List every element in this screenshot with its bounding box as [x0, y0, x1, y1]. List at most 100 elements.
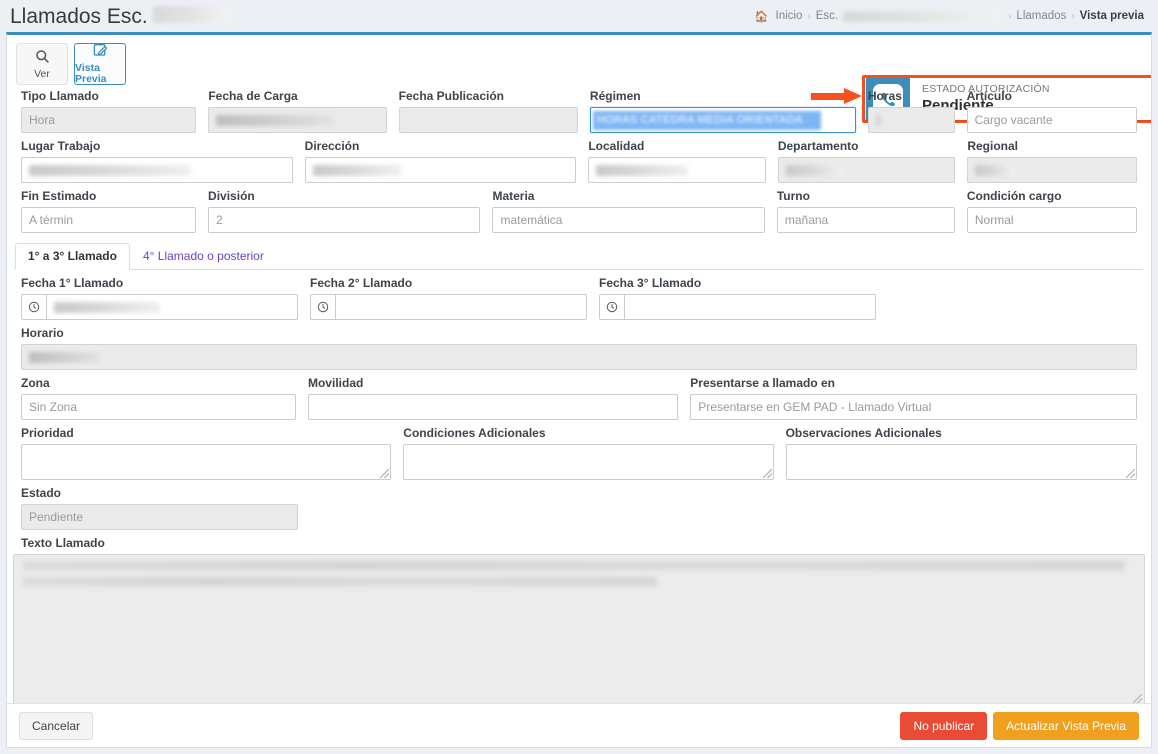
form-footer: Cancelar No publicar Actualizar Vista Pr…: [7, 703, 1151, 747]
field-articulo: Artículo Cargo vacante: [961, 89, 1143, 139]
breadcrumb-item-esc[interactable]: Esc.: [816, 10, 838, 22]
field-prioridad: Prioridad: [15, 426, 397, 486]
ver-button-label: Ver: [34, 67, 50, 80]
label-fecha-carga: Fecha de Carga: [208, 89, 298, 103]
input-turno[interactable]: mañana: [776, 207, 955, 233]
breadcrumb-item-inicio[interactable]: Inicio: [776, 10, 803, 22]
field-estado: Estado Pendiente: [15, 486, 304, 536]
input-division[interactable]: 2: [208, 207, 481, 233]
field-tipo-llamado: Tipo Llamado Hora: [15, 89, 202, 139]
field-observaciones-adicionales: Observaciones Adicionales: [780, 426, 1143, 486]
label-horario: Horario: [21, 326, 64, 340]
field-fecha-3-llamado: Fecha 3° Llamado: [593, 276, 882, 326]
input-articulo[interactable]: Cargo vacante: [966, 107, 1137, 133]
field-division: División 2: [202, 189, 486, 239]
textarea-condiciones-adicionales[interactable]: [403, 444, 774, 480]
field-fecha-publicacion: Fecha Publicación: [393, 89, 584, 139]
form-row: Horario: [15, 326, 1143, 376]
breadcrumb-item-esc-redacted: [843, 10, 1004, 22]
label-regional: Regional: [967, 139, 1019, 153]
input-presentarse[interactable]: Presentarse en GEM PAD - Llamado Virtual: [690, 394, 1137, 420]
breadcrumb: 🏠 Inicio › Esc. › Llamados › Vista previ…: [755, 10, 1144, 23]
form-row: Zona Sin Zona Movilidad Presentarse a ll…: [15, 376, 1143, 426]
tab-1-a-3-llamado[interactable]: 1° a 3° Llamado: [15, 243, 130, 270]
field-horas: Horas: [862, 89, 961, 139]
form-row: Fin Estimado A términ División 2 Materia…: [15, 189, 1143, 239]
vista-previa-button-label: Vista Previa: [75, 62, 107, 85]
page-title-text: Llamados Esc.: [10, 4, 148, 28]
label-fin-estimado: Fin Estimado: [21, 189, 97, 203]
no-publicar-button[interactable]: No publicar: [900, 711, 988, 740]
field-presentarse: Presentarse a llamado en Presentarse en …: [684, 376, 1143, 426]
label-horas: Horas: [867, 89, 902, 103]
field-regional: Regional: [961, 139, 1143, 189]
label-presentarse: Presentarse a llamado en: [690, 376, 836, 390]
page-title-redacted: [152, 5, 231, 23]
input-zona[interactable]: Sin Zona: [21, 394, 296, 420]
input-fin-estimado[interactable]: A términ: [21, 207, 197, 233]
label-fecha-2-llamado: Fecha 2° Llamado: [310, 276, 413, 290]
input-regional[interactable]: [967, 157, 1137, 183]
breadcrumb-separator: ›: [1008, 10, 1012, 22]
tab-panel-llamados: Fecha 1° Llamado Fecha 2° Llamado Fecha …: [7, 276, 1151, 550]
label-lugar-trabajo: Lugar Trabajo: [21, 139, 101, 153]
input-tipo-llamado[interactable]: Hora: [21, 107, 197, 133]
field-direccion: Dirección: [299, 139, 583, 189]
edit-document-icon: [93, 43, 108, 62]
label-prioridad: Prioridad: [21, 426, 74, 440]
clock-icon[interactable]: [310, 294, 335, 320]
actualizar-vista-previa-button[interactable]: Actualizar Vista Previa: [993, 711, 1139, 740]
field-movilidad: Movilidad: [302, 376, 684, 426]
input-direccion[interactable]: [304, 157, 577, 183]
input-fecha-publicacion[interactable]: [398, 107, 578, 133]
textarea-prioridad[interactable]: [21, 444, 392, 480]
form-row: Estado Pendiente: [15, 486, 1143, 536]
breadcrumb-item-llamados[interactable]: Llamados: [1016, 10, 1066, 22]
label-texto-llamado: Texto Llamado: [21, 536, 105, 550]
page-title: Llamados Esc.: [10, 4, 231, 28]
label-fecha-publicacion: Fecha Publicación: [398, 89, 505, 103]
label-condicion-cargo: Condición cargo: [966, 189, 1062, 203]
label-direccion: Dirección: [304, 139, 360, 153]
textarea-texto-llamado[interactable]: [13, 554, 1145, 706]
field-zona: Zona Sin Zona: [15, 376, 302, 426]
field-turno: Turno mañana: [771, 189, 961, 239]
input-fecha-carga[interactable]: [208, 107, 387, 133]
field-fecha-2-llamado: Fecha 2° Llamado: [304, 276, 593, 326]
label-condiciones-adicionales: Condiciones Adicionales: [403, 426, 546, 440]
input-movilidad[interactable]: [307, 394, 679, 420]
tab-4-llamado-o-posterior[interactable]: 4° Llamado o posterior: [130, 243, 277, 270]
input-materia[interactable]: matemática: [492, 207, 765, 233]
vista-previa-button[interactable]: Vista Previa: [74, 43, 126, 85]
form-row: Tipo Llamado Hora Fecha de Carga Fecha P…: [15, 89, 1143, 139]
clock-icon[interactable]: [599, 294, 624, 320]
cancelar-button[interactable]: Cancelar: [19, 711, 94, 740]
textarea-observaciones-adicionales[interactable]: [785, 444, 1137, 480]
input-localidad[interactable]: [588, 157, 766, 183]
label-tipo-llamado: Tipo Llamado: [21, 89, 99, 103]
label-division: División: [208, 189, 255, 203]
label-observaciones-adicionales: Observaciones Adicionales: [785, 426, 942, 440]
top-bar: Llamados Esc. 🏠 Inicio › Esc. › Llamados…: [0, 0, 1158, 32]
ver-button[interactable]: Ver: [16, 43, 68, 85]
input-departamento[interactable]: [777, 157, 956, 183]
input-estado[interactable]: Pendiente: [21, 504, 298, 530]
input-lugar-trabajo[interactable]: [21, 157, 293, 183]
input-fecha-1-llamado[interactable]: [45, 294, 298, 320]
form-row: Lugar Trabajo Dirección Localidad Depart…: [15, 139, 1143, 189]
breadcrumb-separator: ›: [1071, 10, 1075, 22]
field-fecha-1-llamado: Fecha 1° Llamado: [15, 276, 304, 326]
input-horario[interactable]: [21, 344, 1137, 370]
label-fecha-3-llamado: Fecha 3° Llamado: [599, 276, 702, 290]
field-fin-estimado: Fin Estimado A términ: [15, 189, 202, 239]
input-fecha-2-llamado[interactable]: [334, 294, 587, 320]
input-horas[interactable]: [867, 107, 955, 133]
clock-icon[interactable]: [21, 294, 46, 320]
input-condicion-cargo[interactable]: Normal: [966, 207, 1137, 233]
label-departamento: Departamento: [777, 139, 859, 153]
field-fecha-carga: Fecha de Carga: [202, 89, 392, 139]
input-regimen[interactable]: HORAS CATEDRA MEDIA ORIENTADA: [589, 107, 856, 133]
input-fecha-3-llamado[interactable]: [623, 294, 876, 320]
field-regimen: Régimen HORAS CATEDRA MEDIA ORIENTADA: [584, 89, 862, 139]
field-condiciones-adicionales: Condiciones Adicionales: [397, 426, 779, 486]
